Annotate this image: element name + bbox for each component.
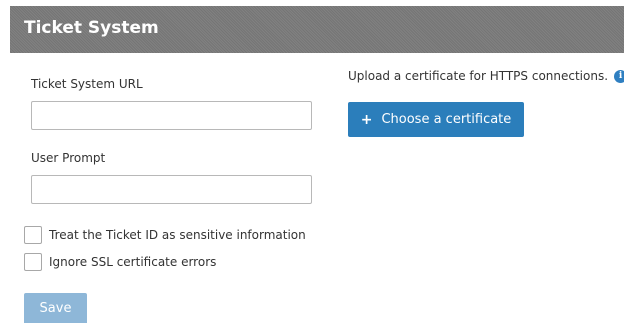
- sensitive-ticket-id-option: Treat the Ticket ID as sensitive informa…: [24, 226, 306, 244]
- ticket-system-url-label: Ticket System URL: [31, 77, 143, 91]
- sensitive-ticket-id-checkbox[interactable]: [24, 226, 42, 244]
- ticket-system-url-input[interactable]: [31, 101, 312, 130]
- ignore-ssl-option: Ignore SSL certificate errors: [24, 253, 216, 271]
- section-title: Ticket System: [24, 18, 159, 38]
- upload-certificate-hint: Upload a certificate for HTTPS connectio…: [348, 69, 624, 83]
- user-prompt-label: User Prompt: [31, 151, 106, 165]
- section-header: Ticket System: [10, 6, 624, 53]
- save-button[interactable]: Save: [24, 293, 87, 323]
- upload-certificate-text: Upload a certificate for HTTPS connectio…: [348, 69, 609, 83]
- choose-certificate-label: Choose a certificate: [381, 112, 512, 127]
- user-prompt-input[interactable]: [31, 175, 312, 204]
- sensitive-ticket-id-label: Treat the Ticket ID as sensitive informa…: [49, 228, 306, 242]
- plus-icon: +: [360, 111, 373, 128]
- ignore-ssl-label: Ignore SSL certificate errors: [49, 255, 217, 269]
- choose-certificate-button[interactable]: + Choose a certificate: [348, 102, 524, 137]
- ignore-ssl-checkbox[interactable]: [24, 253, 42, 271]
- info-icon[interactable]: i: [614, 69, 624, 83]
